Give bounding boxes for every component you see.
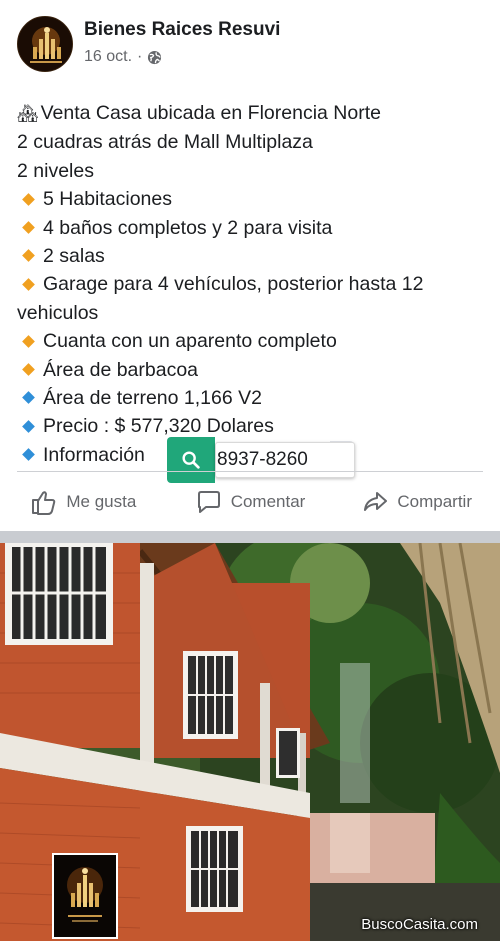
search-icon	[182, 451, 200, 469]
resuvi-logo-icon	[18, 17, 72, 71]
post-line: 2 cuadras atrás de Mall Multiplaza	[17, 131, 313, 154]
meta-separator: ·	[137, 48, 143, 65]
share-button[interactable]: Compartir	[333, 478, 500, 526]
post-line: 2 salas	[17, 242, 487, 270]
resuvi-logo-icon	[54, 855, 116, 937]
comment-icon	[197, 491, 220, 513]
post-line: Cuanta con un aparento completo	[17, 327, 487, 355]
post-line: 5 Habitaciones	[17, 185, 487, 213]
post-photo[interactable]: BuscoCasita.com	[0, 543, 500, 941]
post-body: 🏘 Venta Casa ubicada en Florencia Norte 2…	[17, 99, 487, 469]
house-icon: 🏘	[17, 104, 39, 123]
post-meta: 16 oct. ·	[84, 48, 162, 66]
comment-label: Comentar	[230, 492, 306, 511]
orange-diamond-icon	[22, 277, 35, 291]
blue-diamond-icon	[22, 391, 35, 405]
like-label: Me gusta	[66, 492, 137, 511]
post-line: 4 baños completos y 2 para visita	[17, 214, 487, 242]
blue-diamond-icon	[22, 419, 35, 433]
watermark-text: BuscoCasita.com	[361, 916, 478, 933]
phone-number: 8937-8260	[217, 449, 308, 470]
post-header: Bienes Raices Resuvi 16 oct. ·	[0, 0, 500, 90]
like-button[interactable]: Me gusta	[0, 478, 167, 526]
post-line: 2 niveles	[17, 159, 94, 182]
share-label: Compartir	[397, 492, 472, 511]
orange-diamond-icon	[22, 249, 35, 263]
globe-icon	[148, 50, 162, 64]
post-actions: Me gusta Comentar Compartir	[0, 478, 500, 526]
page-name[interactable]: Bienes Raices Resuvi	[84, 19, 280, 41]
share-arrow-icon	[364, 492, 388, 511]
blue-diamond-icon	[22, 448, 35, 462]
orange-diamond-icon	[22, 334, 35, 348]
watermark-logo	[52, 853, 118, 939]
orange-diamond-icon	[22, 192, 35, 206]
thumbs-up-icon	[32, 491, 56, 515]
comment-button[interactable]: Comentar	[167, 478, 334, 526]
phone-number-chip[interactable]: 8937-8260	[215, 442, 355, 478]
page-avatar[interactable]	[17, 16, 73, 72]
phone-lookup-overlay[interactable]: 8937-8260	[167, 437, 355, 483]
search-button[interactable]	[167, 437, 227, 483]
feed-separator	[0, 531, 500, 543]
post-line: Área de terreno 1,166 V2	[17, 384, 487, 412]
post-date[interactable]: 16 oct.	[84, 48, 132, 66]
post-line: 🏘 Venta Casa ubicada en Florencia Norte	[17, 99, 487, 128]
post-line: Garage para 4 vehículos, posterior hasta…	[17, 273, 424, 324]
orange-diamond-icon	[22, 363, 35, 376]
post-line: Área de barbacoa	[17, 356, 487, 384]
orange-diamond-icon	[22, 221, 35, 234]
actions-divider	[17, 471, 483, 472]
